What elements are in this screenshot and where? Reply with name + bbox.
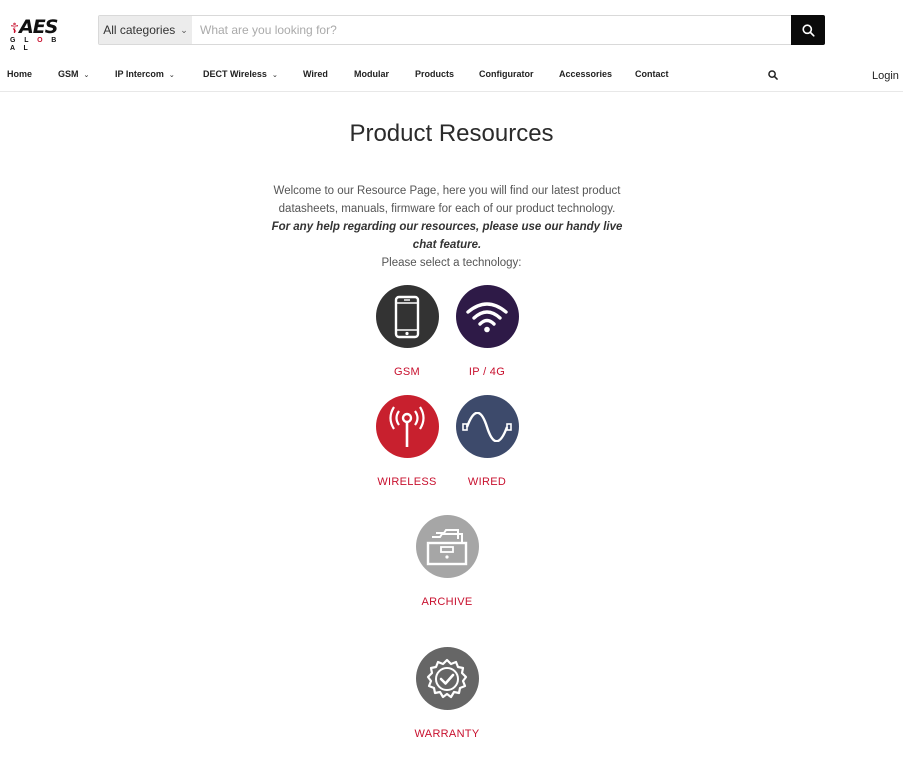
logo[interactable]: ☦AES G L O B A L: [10, 16, 70, 52]
chevron-down-icon: ⌄: [168, 72, 175, 79]
intro-text: Welcome to our Resource Page, here you w…: [262, 182, 632, 254]
nav-ip-intercom[interactable]: IP Intercom ⌄: [115, 69, 175, 79]
intro-line: Welcome to our Resource Page, here you w…: [273, 185, 621, 215]
smartphone-icon: [375, 285, 439, 348]
search-bar: All categories ⌄: [98, 15, 825, 45]
tile-label: WIRED: [467, 476, 507, 488]
tile-archive[interactable]: ARCHIVE: [402, 515, 492, 608]
page-title: Product Resources: [349, 120, 554, 147]
tile-label: IP / 4G: [468, 366, 506, 378]
nav-gsm[interactable]: GSM ⌄: [58, 69, 89, 79]
wifi-icon: [455, 285, 519, 348]
search-input[interactable]: [192, 16, 791, 44]
intro-help-text: For any help regarding our resources, pl…: [271, 221, 623, 251]
search-icon: [801, 23, 815, 37]
category-dropdown[interactable]: All categories ⌄: [99, 16, 192, 44]
nav-contact[interactable]: Contact: [635, 69, 669, 79]
main-nav: Home GSM ⌄ IP Intercom ⌄ DECT Wireless ⌄ Wi…: [0, 60, 903, 92]
nav-wired[interactable]: Wired: [303, 69, 328, 79]
logo-mark: ☦AES: [10, 16, 58, 38]
warranty-badge-icon: [415, 647, 479, 710]
nav-dect-wireless[interactable]: DECT Wireless ⌄: [203, 69, 278, 79]
nav-configurator[interactable]: Configurator: [479, 69, 534, 79]
antenna-icon: [375, 395, 439, 458]
nav-accessories[interactable]: Accessories: [559, 69, 612, 79]
nav-products[interactable]: Products: [415, 69, 454, 79]
tile-label: ARCHIVE: [421, 596, 473, 608]
tile-wired[interactable]: WIRED: [442, 395, 532, 488]
search-icon: [768, 70, 778, 80]
search-button[interactable]: [791, 15, 825, 45]
category-label: All categories: [103, 23, 176, 37]
cable-wave-icon: [455, 395, 519, 458]
select-prompt: Please select a technology:: [381, 257, 522, 269]
tile-warranty[interactable]: WARRANTY: [402, 647, 492, 740]
logo-subtitle: G L O B A L: [10, 37, 60, 52]
nav-search-button[interactable]: [768, 67, 778, 85]
tile-label: GSM: [394, 366, 420, 378]
tile-ip-4g[interactable]: IP / 4G: [442, 285, 532, 378]
tile-label: WARRANTY: [414, 728, 480, 740]
tile-wireless[interactable]: WIRELESS: [362, 395, 452, 488]
login-link[interactable]: Login: [872, 70, 899, 82]
nav-modular[interactable]: Modular: [354, 69, 389, 79]
chevron-down-icon: ⌄: [83, 72, 90, 79]
nav-home[interactable]: Home: [7, 69, 32, 79]
chevron-down-icon: ⌄: [271, 72, 278, 79]
chevron-down-icon: ⌄: [180, 24, 188, 35]
archive-box-icon: [415, 515, 479, 578]
tile-label: WIRELESS: [377, 476, 437, 488]
tile-gsm[interactable]: GSM: [362, 285, 452, 378]
